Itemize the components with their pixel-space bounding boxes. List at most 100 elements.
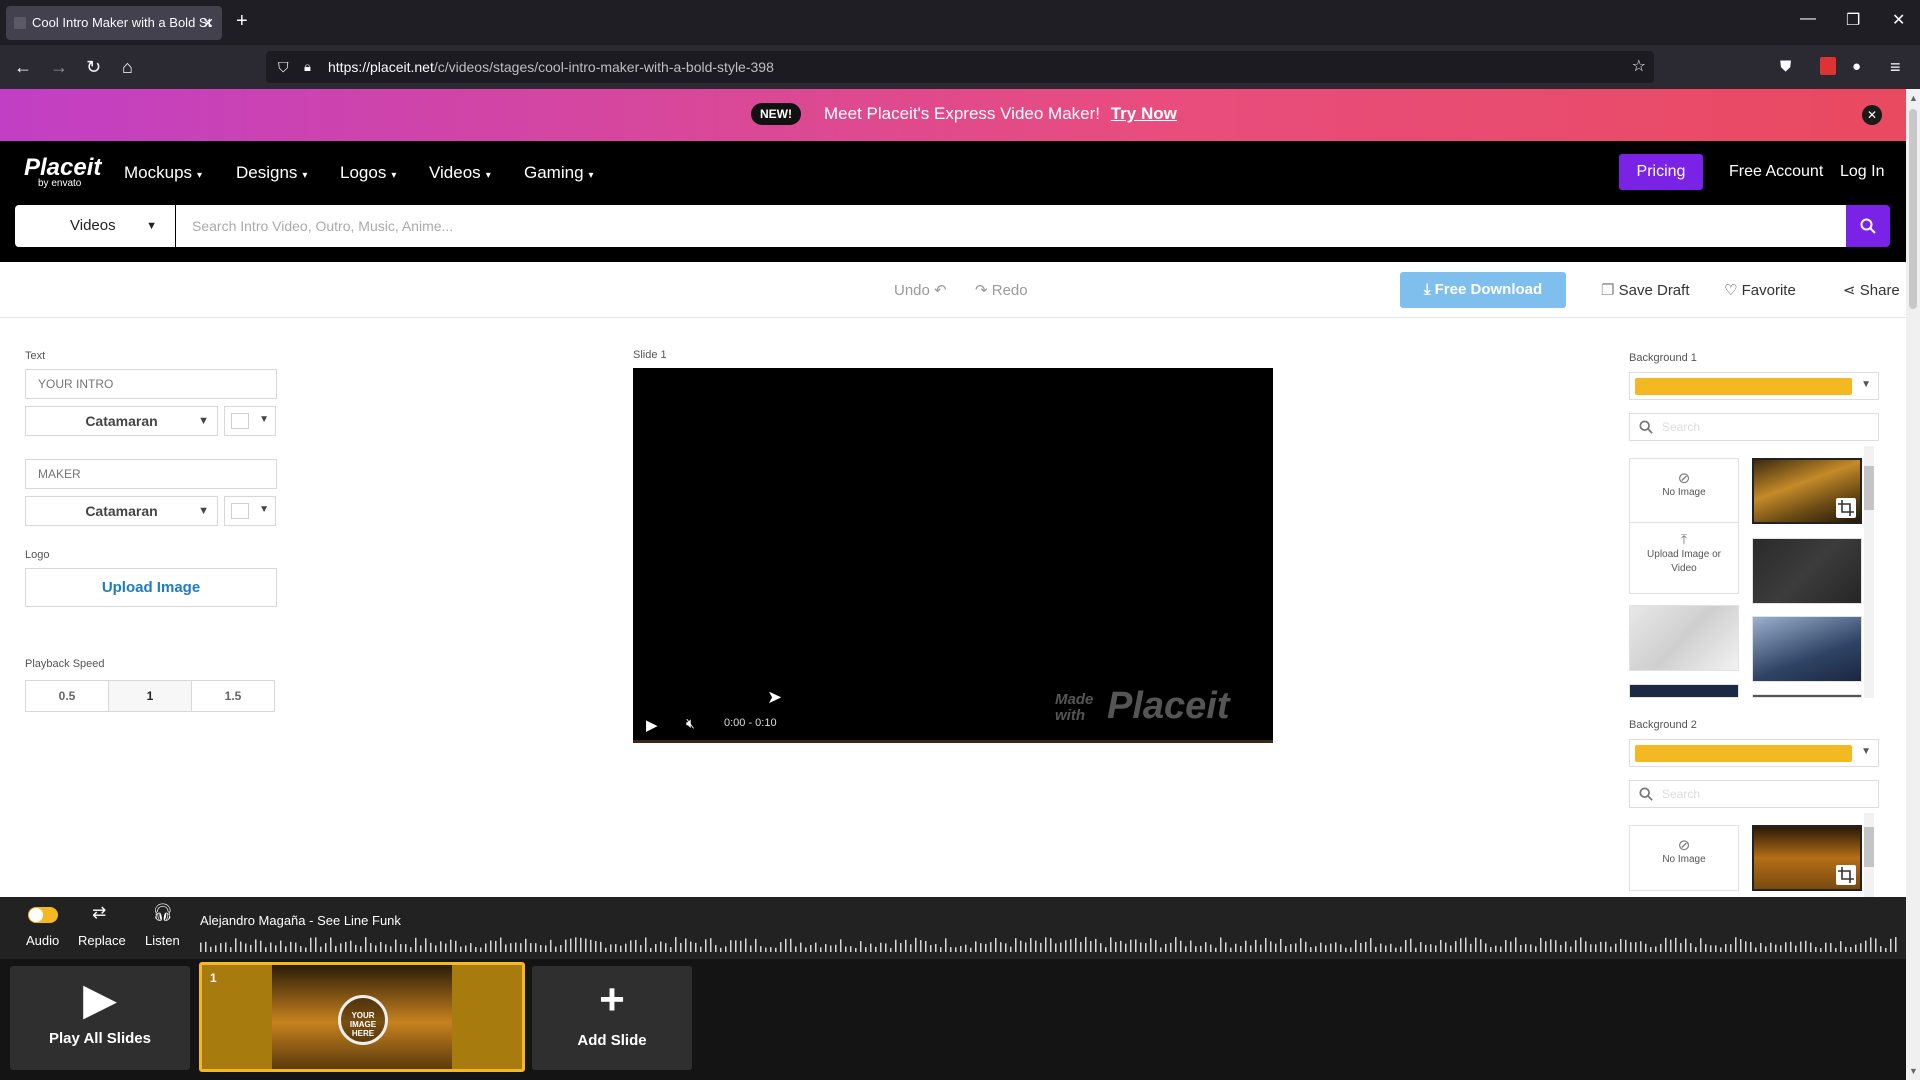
scrollbar-thumb[interactable] — [1864, 466, 1874, 510]
save-draft-icon: ❐ — [1601, 282, 1615, 299]
placeit-logo[interactable]: Placeit by envato — [24, 156, 101, 189]
restore-icon[interactable]: ❐ — [1846, 10, 1860, 30]
menu-mockups[interactable]: Mockups ▾ — [124, 163, 202, 183]
free-download-button[interactable]: ⤓ Free Download — [1400, 272, 1566, 308]
background-1-search[interactable]: Search — [1629, 413, 1879, 441]
scroll-down-icon[interactable]: ▼ — [1909, 1066, 1918, 1076]
background-thumb-garage[interactable] — [1752, 825, 1862, 891]
minimize-icon[interactable]: — — [1800, 10, 1816, 28]
page-scrollbar[interactable]: ▲ ▼ — [1906, 89, 1920, 1080]
undo-button[interactable]: Undo ↶ — [894, 281, 947, 299]
no-image-tile-2[interactable]: ⊘ No Image — [1629, 825, 1739, 891]
background-thumb-truck[interactable] — [1752, 458, 1862, 524]
close-tab-icon[interactable]: ✕ — [202, 6, 214, 40]
back-icon[interactable]: ← — [14, 57, 32, 77]
pricing-button[interactable]: Pricing — [1619, 154, 1703, 190]
upload-image-video-tile[interactable]: ⤒ Upload Image or Video — [1629, 522, 1739, 594]
search-placeholder: Search — [1662, 787, 1701, 801]
profile-icon[interactable]: ● — [1852, 57, 1861, 77]
background-thumb-partial-1[interactable] — [1629, 684, 1739, 698]
speed-option-0-5[interactable]: 0.5 — [25, 680, 109, 712]
scrollbar-thumb[interactable] — [1864, 827, 1874, 867]
search-placeholder: Search — [1662, 420, 1701, 434]
background-2-scrollbar[interactable] — [1864, 813, 1874, 897]
slide-thumbnail-1[interactable]: YOUR IMAGE HERE 1 — [199, 962, 525, 1072]
background-2-color-select[interactable]: ▼ — [1629, 739, 1879, 767]
page-scrollbar-thumb[interactable] — [1909, 109, 1917, 309]
speed-option-1[interactable]: 1 — [108, 680, 192, 712]
font-select-1[interactable]: Catamaran ▼ — [25, 406, 218, 436]
background-1-color-select[interactable]: ▼ — [1629, 372, 1879, 400]
share-label: Share — [1859, 282, 1900, 299]
url-bar[interactable]: ⛉ 🔒︎ https://placeit.net/c/videos/stages… — [266, 51, 1654, 83]
close-window-icon[interactable]: ✕ — [1892, 10, 1905, 30]
favorite-button[interactable]: ♡ Favorite — [1724, 281, 1796, 299]
extension-icon[interactable] — [1820, 57, 1836, 75]
audio-toggle[interactable] — [28, 907, 58, 923]
bookmark-star-icon[interactable]: ☆ — [1632, 51, 1646, 83]
audio-waveform[interactable] — [200, 936, 1900, 952]
replace-button[interactable]: Replace — [78, 933, 126, 948]
search-input[interactable] — [176, 205, 1846, 247]
thumb-image — [1753, 539, 1861, 603]
menu-label: Gaming — [524, 163, 584, 182]
headphones-icon[interactable]: 🎧︎ — [152, 903, 174, 923]
browser-nav-bar: ← → ↻ ⌂ ⛉ 🔒︎ https://placeit.net/c/video… — [0, 45, 1920, 89]
free-account-link[interactable]: Free Account — [1729, 163, 1823, 181]
menu-designs[interactable]: Designs ▾ — [236, 163, 307, 183]
crop-icon[interactable] — [1836, 865, 1856, 885]
home-icon[interactable]: ⌂ — [122, 57, 133, 77]
hamburger-menu-icon[interactable]: ≡ — [1890, 57, 1901, 77]
close-banner-icon[interactable]: ✕ — [1862, 105, 1882, 125]
video-progress-bar[interactable] — [633, 740, 1273, 743]
listen-button[interactable]: Listen — [145, 933, 180, 948]
background-2-search[interactable]: Search — [1629, 780, 1879, 808]
no-image-tile-1[interactable]: ⊘ No Image — [1629, 458, 1739, 524]
favorite-label: Favorite — [1741, 282, 1796, 299]
forward-icon[interactable]: → — [50, 57, 68, 77]
browser-tab-bar: Cool Intro Maker with a Bold St ✕ + — ❐ … — [0, 0, 1920, 45]
play-icon[interactable]: ▶ — [646, 716, 658, 734]
background-thumb-dark-texture[interactable] — [1752, 538, 1862, 604]
background-thumb-snow[interactable] — [1752, 616, 1862, 682]
add-slide-button[interactable]: + Add Slide — [532, 966, 692, 1070]
browser-tab[interactable]: Cool Intro Maker with a Bold St ✕ — [6, 6, 222, 40]
category-select[interactable]: Videos ▼ — [15, 205, 175, 247]
background-1-scrollbar[interactable] — [1864, 446, 1874, 698]
redo-button[interactable]: ↷ Redo — [975, 281, 1028, 299]
mute-icon[interactable]: 🔇︎ — [686, 715, 695, 732]
audio-label: Audio — [26, 933, 60, 948]
new-tab-icon[interactable]: + — [236, 10, 248, 33]
crop-icon[interactable] — [1836, 498, 1856, 518]
scroll-up-icon[interactable]: ▲ — [1909, 93, 1918, 103]
text-color-select-1[interactable]: ▼ — [224, 406, 276, 436]
url-domain: https://placeit.net — [328, 59, 434, 75]
pocket-icon[interactable]: ⛊ — [1780, 57, 1791, 77]
background-thumb-partial-2[interactable] — [1752, 694, 1862, 698]
text-field-2[interactable] — [25, 459, 277, 489]
shield-icon[interactable]: ⛉ — [278, 51, 289, 83]
try-now-link[interactable]: Try Now — [1111, 104, 1177, 123]
editor-toolbar: Undo ↶ ↷ Redo ⤓ Free Download ❐ Save Dra… — [0, 262, 1920, 318]
background-thumb-marble[interactable] — [1629, 605, 1739, 671]
login-link[interactable]: Log In — [1840, 163, 1884, 181]
upload-image-button[interactable]: Upload Image — [25, 568, 277, 607]
reload-icon[interactable]: ↻ — [86, 57, 101, 77]
speed-option-1-5[interactable]: 1.5 — [191, 680, 275, 712]
text-color-select-2[interactable]: ▼ — [224, 496, 276, 526]
play-all-slides-button[interactable]: ▶ Play All Slides — [10, 966, 190, 1070]
font-select-2[interactable]: Catamaran ▼ — [25, 496, 218, 526]
text-field-1[interactable] — [25, 369, 277, 399]
no-image-label: No Image — [1662, 854, 1706, 865]
audio-bar: Audio ⇄ Replace 🎧︎ Listen Alejandro Maga… — [0, 897, 1906, 959]
font-value: Catamaran — [85, 413, 158, 429]
menu-logos[interactable]: Logos ▾ — [340, 163, 396, 183]
share-button[interactable]: ⋖ Share — [1843, 281, 1900, 299]
search-button[interactable] — [1846, 205, 1890, 247]
menu-gaming[interactable]: Gaming ▾ — [524, 163, 594, 183]
menu-videos[interactable]: Videos ▾ — [429, 163, 491, 183]
replace-icon[interactable]: ⇄ — [92, 903, 106, 923]
undo-icon: ↶ — [934, 282, 947, 299]
playback-speed-label: Playback Speed — [25, 658, 105, 670]
save-draft-button[interactable]: ❐ Save Draft — [1601, 281, 1690, 299]
